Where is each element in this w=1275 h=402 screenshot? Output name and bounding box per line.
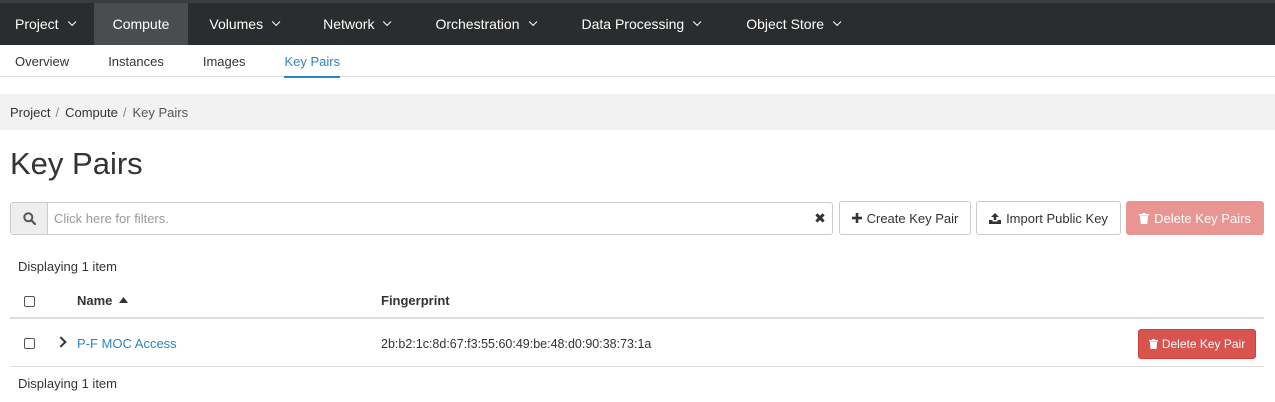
topnav-object-store[interactable]: Object Store xyxy=(727,3,857,45)
delete-key-pairs-button[interactable]: Delete Key Pairs xyxy=(1126,201,1264,235)
row-checkbox[interactable] xyxy=(24,338,35,349)
clear-filter-icon[interactable]: ✖ xyxy=(808,203,832,234)
tab-overview[interactable]: Overview xyxy=(15,45,69,77)
filter-bar: ✖ xyxy=(10,202,833,235)
column-header-fingerprint[interactable]: Fingerprint xyxy=(381,293,450,308)
chevron-down-icon xyxy=(832,17,842,27)
delete-key-pair-label: Delete Key Pair xyxy=(1161,337,1246,351)
tab-key-pairs[interactable]: Key Pairs xyxy=(284,45,341,78)
chevron-down-icon xyxy=(67,17,76,27)
table-row: P-F MOC Access 2b:b2:1c:8d:67:f3:55:60:4… xyxy=(10,321,1264,367)
delete-key-pairs-label: Delete Key Pairs xyxy=(1154,210,1251,226)
import-public-key-label: Import Public Key xyxy=(1006,210,1108,226)
tab-label: Instances xyxy=(108,53,164,69)
column-header-name[interactable]: Name xyxy=(77,293,129,308)
trash-icon xyxy=(1148,339,1158,349)
chevron-down-icon xyxy=(693,17,702,27)
sort-ascending-icon xyxy=(119,297,129,303)
topnav-label: Volumes xyxy=(209,16,264,32)
topnav-label: Data Processing xyxy=(581,16,685,32)
key-pair-name-link[interactable]: P-F MOC Access xyxy=(77,336,177,351)
filter-input[interactable] xyxy=(48,203,808,234)
breadcrumb-separator: / xyxy=(55,104,60,120)
topnav-label: Compute xyxy=(112,16,170,32)
sub-navigation: Overview Instances Images Key Pairs xyxy=(0,45,1275,78)
key-pair-fingerprint: 2b:b2:1c:8d:67:f3:55:60:49:be:48:d0:90:3… xyxy=(381,337,652,351)
create-key-pair-button[interactable]: Create Key Pair xyxy=(839,201,971,235)
top-navigation: Project Compute Volumes Network Orchestr… xyxy=(0,0,1275,45)
topnav-volumes[interactable]: Volumes xyxy=(188,3,304,45)
topnav-orchestration[interactable]: Orchestration xyxy=(417,3,562,45)
tab-images[interactable]: Images xyxy=(203,45,246,77)
select-all-checkbox[interactable] xyxy=(24,296,35,307)
topnav-project[interactable]: Project xyxy=(0,3,94,45)
upload-icon xyxy=(989,212,1002,224)
tab-instances[interactable]: Instances xyxy=(108,45,164,77)
breadcrumb: Project / Compute / Key Pairs xyxy=(0,94,1275,130)
tab-label: Overview xyxy=(15,53,70,69)
topnav-label: Orchestration xyxy=(435,16,520,32)
page-title: Key Pairs xyxy=(10,146,143,181)
chevron-right-icon[interactable] xyxy=(55,336,67,348)
item-count-bottom: Displaying 1 item xyxy=(18,376,117,391)
tab-label: Key Pairs xyxy=(284,53,341,69)
breadcrumb-compute[interactable]: Compute xyxy=(65,105,118,120)
topnav-label: Object Store xyxy=(746,16,825,32)
create-key-pair-label: Create Key Pair xyxy=(866,210,959,226)
tab-label: Images xyxy=(202,53,246,69)
item-count-top: Displaying 1 item xyxy=(18,259,117,274)
plus-icon xyxy=(851,213,862,223)
breadcrumb-project[interactable]: Project xyxy=(10,105,50,120)
topnav-label: Project xyxy=(15,16,59,32)
search-icon xyxy=(22,212,36,225)
chevron-down-icon xyxy=(383,17,392,27)
breadcrumb-key-pairs: Key Pairs xyxy=(132,104,189,120)
delete-key-pair-button[interactable]: Delete Key Pair xyxy=(1138,329,1256,359)
table-header: Name Fingerprint xyxy=(10,285,1264,319)
topnav-compute[interactable]: Compute xyxy=(93,3,189,45)
breadcrumb-separator: / xyxy=(122,104,127,120)
column-header-label: Name xyxy=(77,293,113,308)
chevron-down-icon xyxy=(271,17,281,27)
topnav-network[interactable]: Network xyxy=(304,3,417,45)
topnav-data-processing[interactable]: Data Processing xyxy=(563,3,728,45)
import-public-key-button[interactable]: Import Public Key xyxy=(976,201,1121,235)
topnav-label: Network xyxy=(323,16,375,32)
trash-icon xyxy=(1139,212,1150,224)
chevron-down-icon xyxy=(528,17,537,27)
search-button[interactable] xyxy=(11,203,48,234)
